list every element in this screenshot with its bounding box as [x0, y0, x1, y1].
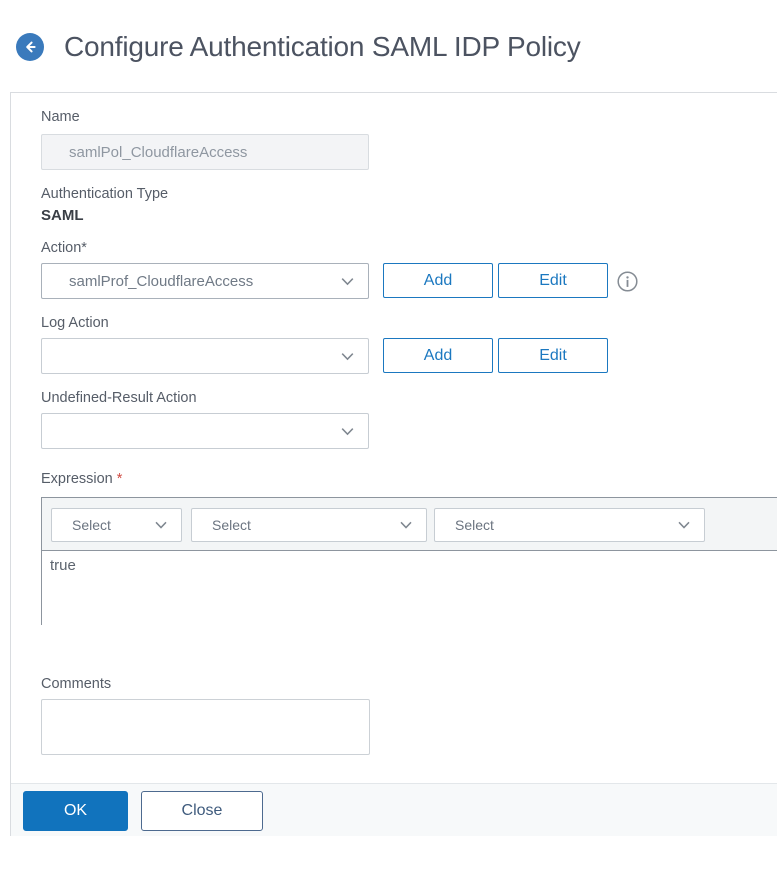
undefined-result-action-dropdown[interactable]	[41, 413, 369, 449]
expression-editor: Select Select Select true	[41, 497, 777, 625]
chevron-down-icon	[339, 423, 356, 440]
close-button[interactable]: Close	[141, 791, 263, 831]
action-label: Action*	[41, 240, 87, 256]
expression-select-3[interactable]: Select	[434, 508, 705, 542]
form-panel: Name Authentication Type SAML Action* sa…	[10, 92, 777, 836]
arrow-left-icon	[22, 39, 38, 55]
ok-button[interactable]: OK	[23, 791, 128, 831]
action-add-button[interactable]: Add	[383, 263, 493, 298]
comments-label: Comments	[41, 676, 112, 692]
auth-type-value: SAML	[41, 207, 84, 224]
name-input	[41, 134, 369, 170]
auth-type-label: Authentication Type	[41, 186, 169, 202]
name-label: Name	[41, 109, 80, 125]
log-action-label: Log Action	[41, 315, 109, 331]
expression-input[interactable]: true	[42, 551, 777, 625]
action-edit-button[interactable]: Edit	[498, 263, 608, 298]
page-title: Configure Authentication SAML IDP Policy	[64, 31, 581, 62]
back-button[interactable]	[16, 33, 44, 61]
expression-select-2[interactable]: Select	[191, 508, 427, 542]
info-icon[interactable]	[617, 271, 638, 292]
chevron-down-icon	[676, 517, 692, 533]
configure-saml-idp-policy-page: Configure Authentication SAML IDP Policy…	[0, 0, 777, 877]
expression-editor-toolbar: Select Select Select	[42, 498, 777, 551]
expression-select-1[interactable]: Select	[51, 508, 182, 542]
chevron-down-icon	[153, 517, 169, 533]
log-action-edit-button[interactable]: Edit	[498, 338, 608, 373]
chevron-down-icon	[339, 348, 356, 365]
form-footer: OK Close	[11, 783, 777, 836]
chevron-down-icon	[398, 517, 414, 533]
log-action-dropdown[interactable]	[41, 338, 369, 374]
undefined-result-action-label: Undefined-Result Action	[41, 390, 197, 406]
action-dropdown[interactable]: samlProf_CloudflareAccess	[41, 263, 369, 299]
action-dropdown-value: samlProf_CloudflareAccess	[69, 272, 254, 290]
comments-input[interactable]	[41, 699, 370, 755]
log-action-add-button[interactable]: Add	[383, 338, 493, 373]
chevron-down-icon	[339, 273, 356, 290]
expression-label: Expression *	[41, 471, 123, 487]
required-asterisk: *	[116, 471, 123, 487]
